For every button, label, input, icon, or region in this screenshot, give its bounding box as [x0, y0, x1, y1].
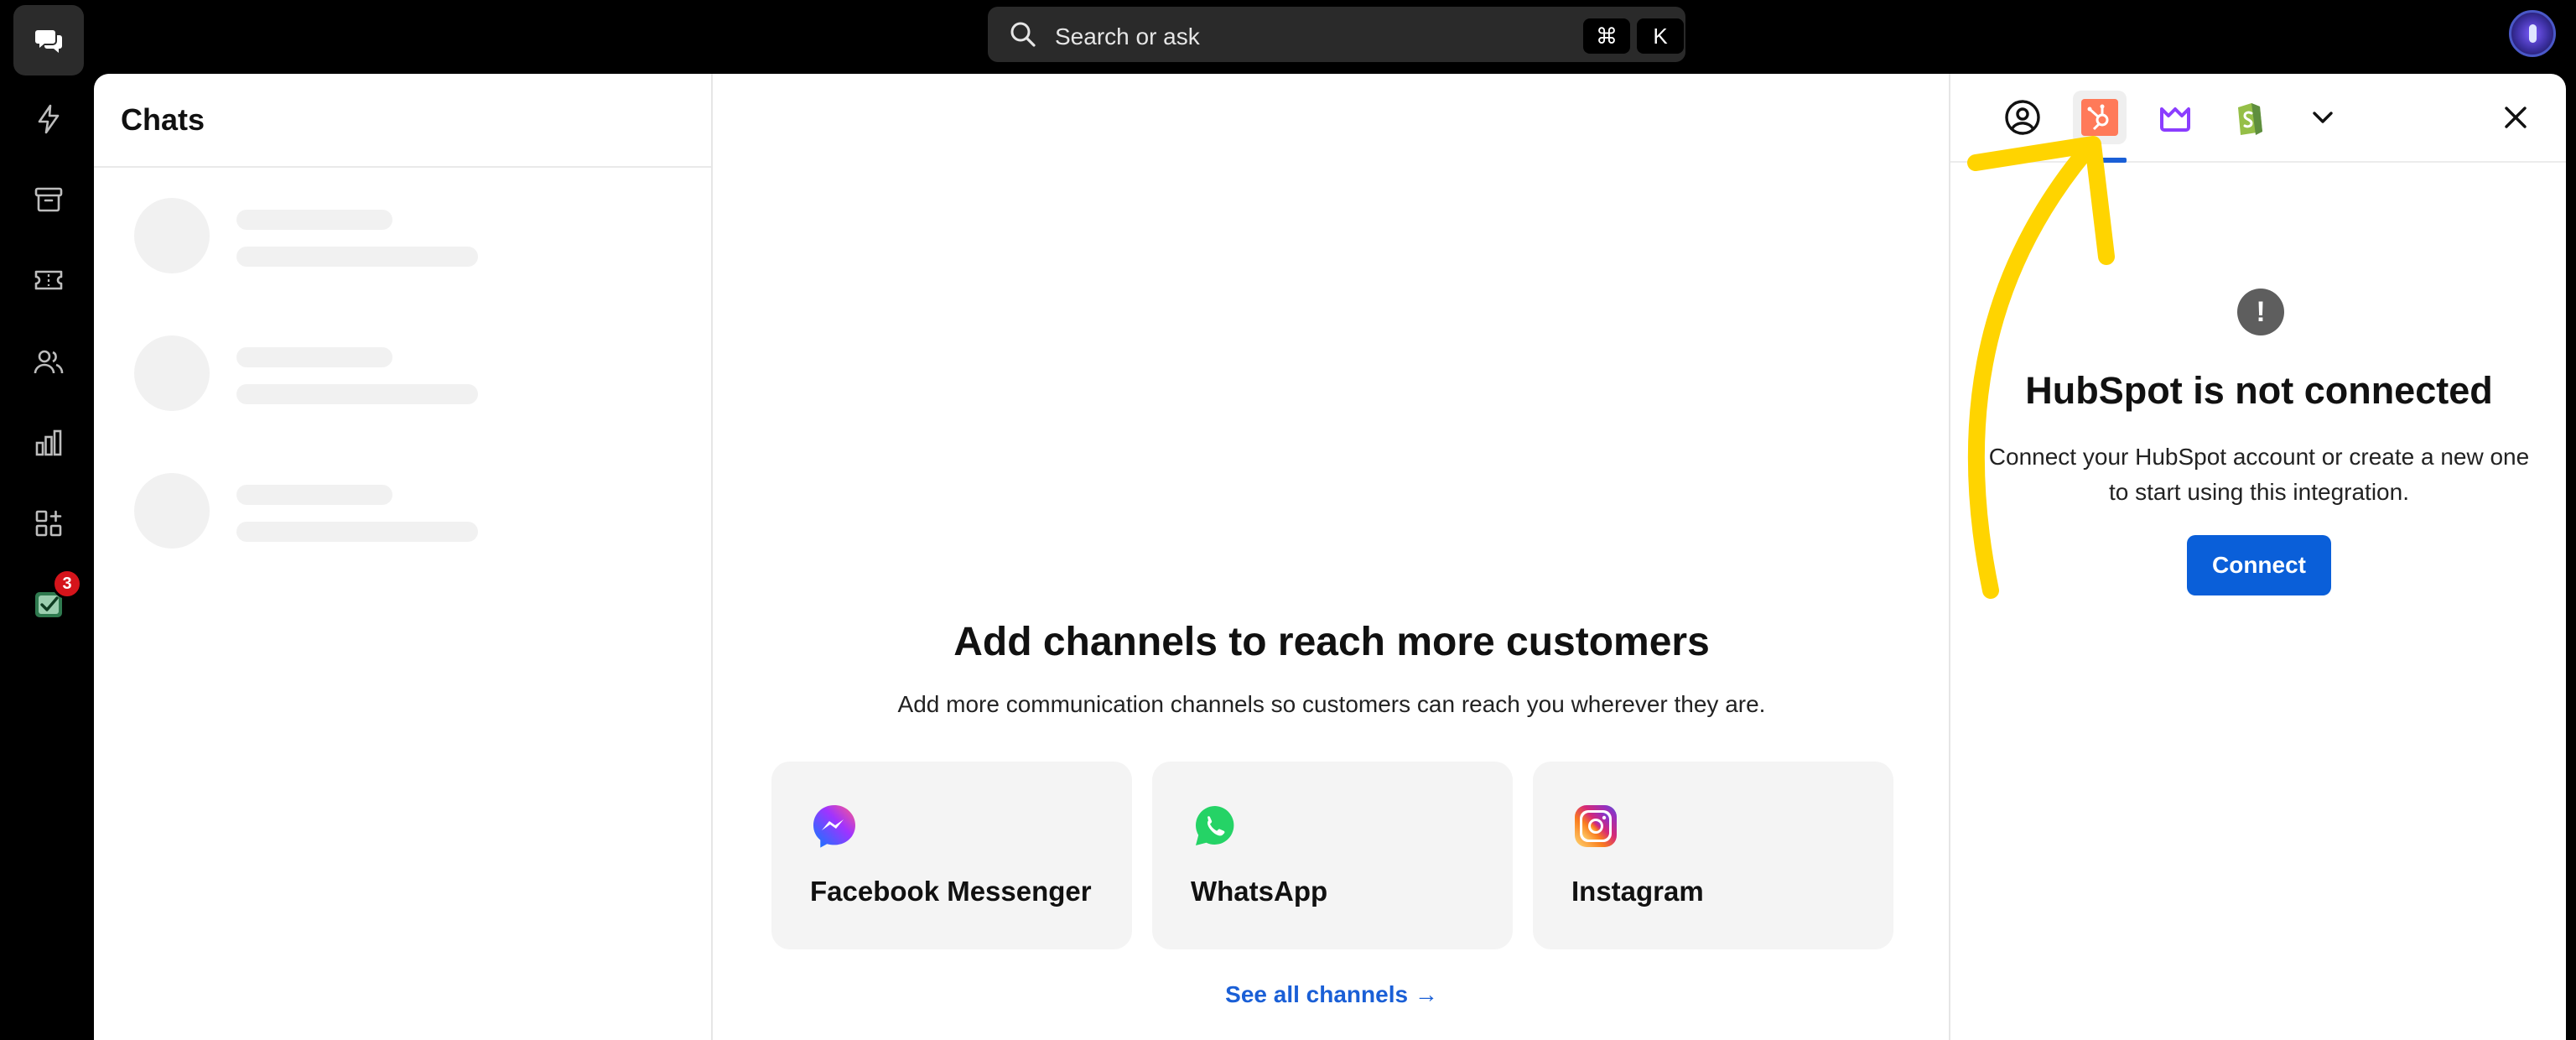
top-bar: Search or ask ⌘ K — [0, 0, 2576, 74]
skeleton-line — [236, 347, 392, 367]
chat-bubbles-icon — [35, 30, 62, 53]
skeleton-avatar — [134, 473, 210, 549]
nav-tickets[interactable] — [13, 245, 84, 315]
skeleton-line — [236, 522, 478, 542]
channel-label: Facebook Messenger — [810, 876, 1092, 907]
ai-assistant-avatar[interactable] — [2509, 10, 2556, 57]
channel-label: Instagram — [1571, 876, 1704, 907]
chevron-down-icon — [2313, 112, 2333, 123]
ticket-icon — [34, 270, 63, 290]
whatsapp-icon — [1196, 806, 1234, 845]
chats-panel: Chats — [94, 74, 713, 1040]
channels-empty-state: Add channels to reach more customers Add… — [714, 74, 1949, 1040]
nav-apps[interactable] — [13, 488, 84, 559]
chat-skeleton-row — [134, 473, 604, 550]
skeleton-line — [236, 247, 478, 267]
nav-reports[interactable] — [13, 408, 84, 478]
archive-icon — [34, 187, 63, 212]
warning-icon: ! — [2237, 289, 2284, 335]
tab-shopify[interactable] — [2222, 91, 2276, 144]
left-navigation-rail: 3 — [0, 0, 94, 1040]
integration-tabs — [1950, 74, 2566, 163]
nav-chats[interactable] — [13, 5, 84, 75]
apps-icon — [35, 510, 62, 537]
nav-customers[interactable] — [13, 327, 84, 398]
nav-automation[interactable] — [13, 84, 84, 154]
tab-hubspot[interactable] — [2073, 91, 2127, 144]
empty-state-title: Add channels to reach more customers — [953, 620, 1710, 664]
channel-card-whatsapp[interactable]: WhatsApp — [1152, 762, 1513, 949]
search-placeholder: Search or ask — [1055, 23, 1200, 49]
channel-card-messenger[interactable]: Facebook Messenger — [771, 762, 1132, 949]
chat-skeleton-row — [134, 335, 604, 413]
empty-state-subtitle: Add more communication channels so custo… — [897, 691, 1766, 717]
user-circle-icon — [2005, 100, 2040, 135]
chats-header: Chats — [94, 74, 711, 168]
tasks-badge: 3 — [52, 569, 82, 599]
integration-panel: ! HubSpot is not connected Connect your … — [1949, 74, 2566, 1040]
shopify-icon — [2238, 103, 2262, 135]
skeleton-line — [236, 210, 392, 230]
integration-status-title: HubSpot is not connected — [2025, 369, 2493, 412]
nav-tasks[interactable]: 3 — [13, 569, 84, 639]
tab-mailchimp[interactable] — [2148, 91, 2202, 144]
mailchimp-icon — [2160, 107, 2190, 132]
channel-card-instagram[interactable]: Instagram — [1533, 762, 1893, 949]
connect-button[interactable]: Connect — [2187, 535, 2331, 595]
chats-title: Chats — [121, 102, 205, 137]
shortcut-cmd-key: ⌘ — [1583, 18, 1630, 54]
tab-customer-details[interactable] — [1996, 91, 2049, 144]
channel-label: WhatsApp — [1191, 876, 1328, 907]
skeleton-line — [236, 384, 478, 404]
messenger-icon — [813, 805, 855, 848]
see-all-channels-link[interactable]: See all channels → — [714, 981, 1949, 1008]
nav-archive[interactable] — [13, 164, 84, 235]
users-icon — [34, 350, 64, 374]
integration-status-text: Connect your HubSpot account or create a… — [1988, 444, 2530, 505]
tab-more-dropdown[interactable] — [2296, 91, 2350, 144]
skeleton-line — [236, 485, 392, 505]
search-icon — [1010, 22, 1036, 47]
hubspot-icon — [2081, 99, 2118, 136]
shortcut-k-key: K — [1637, 18, 1684, 54]
lightning-icon — [38, 104, 60, 134]
skeleton-avatar — [134, 335, 210, 411]
active-tab-indicator — [2073, 158, 2127, 163]
search-bar[interactable]: Search or ask ⌘ K — [988, 7, 1685, 62]
bar-chart-icon — [35, 429, 62, 456]
skeleton-avatar — [134, 198, 210, 273]
main-surface: Chats Add channels to reach more custome… — [94, 74, 2566, 1040]
instagram-icon — [1575, 805, 1617, 847]
chat-skeleton-row — [134, 198, 604, 275]
close-icon[interactable] — [2496, 97, 2536, 138]
